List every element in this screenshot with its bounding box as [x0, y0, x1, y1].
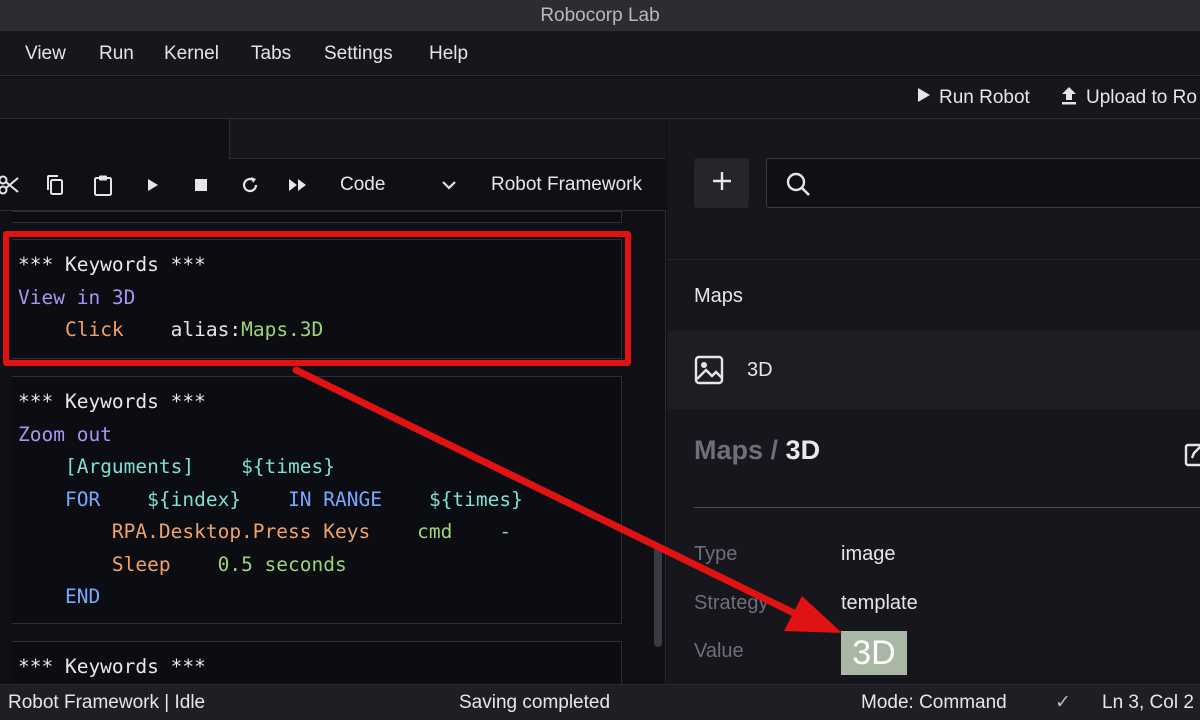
cell-code: *** Keywords ***	[12, 642, 621, 684]
keyword-name: Zoom out	[18, 422, 112, 446]
strategy-value: template	[841, 592, 918, 614]
arguments-setting: [Arguments]	[64, 455, 195, 478]
section-header: *** Keywords ***	[18, 390, 206, 413]
for-keyword: FOR	[64, 487, 101, 511]
upload-button[interactable]: Upload to Ro	[1060, 77, 1197, 119]
code-cell-zoom-out[interactable]: *** Keywords *** Zoom out [Arguments] ${…	[12, 376, 622, 624]
tab-notebook[interactable]	[0, 119, 230, 160]
add-locator-button[interactable]	[694, 158, 749, 208]
copy-icon[interactable]	[42, 171, 68, 199]
breadcrumb-parent: Maps	[694, 435, 764, 465]
locator-detail: Maps / 3D Type image Strategy template V…	[667, 409, 1200, 684]
menu-bar: View Run Kernel Tabs Settings Help	[0, 32, 1200, 76]
end-keyword: END	[64, 585, 101, 608]
scrollbar[interactable]	[654, 547, 662, 647]
notebook-toolbar: Code Robot Framework	[0, 159, 666, 211]
locator-group-maps[interactable]: Maps	[667, 259, 1200, 331]
edit-icon[interactable]	[1184, 441, 1200, 472]
highlight-box	[3, 231, 631, 366]
chevron-down-icon[interactable]	[436, 171, 462, 199]
group-label: Maps	[694, 285, 743, 307]
breadcrumb: Maps / 3D	[694, 435, 820, 466]
play-icon	[917, 87, 931, 109]
status-bar: Robot Framework | Idle Saving completed …	[0, 684, 1200, 720]
cursor-position[interactable]: Ln 3, Col 2	[1102, 685, 1194, 720]
search-input[interactable]	[827, 169, 1187, 199]
search-box[interactable]	[766, 158, 1200, 208]
image-icon	[694, 355, 724, 390]
locator-item-3d[interactable]: 3D	[667, 331, 1200, 409]
menu-view[interactable]: View	[25, 32, 66, 76]
argument-var: ${times}	[241, 455, 335, 478]
type-value: image	[841, 543, 896, 565]
loop-var: ${index}	[147, 487, 242, 511]
kernel-status: Robot Framework | Idle	[8, 692, 206, 713]
section-header: *** Keywords ***	[18, 655, 206, 678]
upload-icon	[1060, 85, 1078, 111]
stop-icon[interactable]	[188, 171, 214, 199]
value-image: 3D	[841, 631, 907, 675]
locator-pane: Maps 3D Maps / 3D Type image Strategy te…	[667, 119, 1200, 684]
window-title: Robocorp Lab	[540, 5, 660, 26]
breadcrumb-separator: /	[763, 435, 786, 465]
scissors-icon[interactable]	[0, 171, 22, 199]
kernel-name[interactable]: Robot Framework	[491, 159, 642, 211]
mode-status[interactable]: Mode: Command	[861, 685, 1007, 720]
search-icon	[785, 171, 811, 202]
restart-icon[interactable]	[237, 171, 263, 199]
tab-strip	[0, 119, 666, 160]
title-bar: Robocorp Lab	[0, 0, 1200, 32]
key-arg: -	[499, 520, 512, 543]
upload-label: Upload to Ro	[1086, 87, 1197, 108]
keyword-call: Sleep	[111, 552, 171, 576]
check-icon: ✓	[1055, 692, 1071, 713]
cell-code: *** Keywords *** Zoom out [Arguments] ${…	[12, 377, 621, 614]
run-robot-label: Run Robot	[939, 87, 1030, 108]
save-status: Saving completed	[459, 692, 611, 713]
sleep-arg: 0.5 seconds	[217, 552, 347, 576]
menu-tabs[interactable]: Tabs	[251, 32, 291, 76]
type-key: Type	[694, 543, 738, 565]
item-label: 3D	[747, 359, 773, 381]
notebook-pane: Code Robot Framework *** Keywords *** Vi…	[0, 119, 666, 701]
code-cell-partial[interactable]	[12, 211, 622, 223]
in-range-keyword: IN RANGE	[288, 487, 382, 511]
fast-forward-icon[interactable]	[285, 171, 311, 199]
menu-settings[interactable]: Settings	[324, 32, 393, 76]
run-robot-button[interactable]: Run Robot	[917, 77, 1030, 119]
menu-help[interactable]: Help	[429, 32, 468, 76]
cell-type-select[interactable]: Code	[340, 159, 385, 211]
breadcrumb-current: 3D	[785, 435, 821, 465]
key-arg: cmd	[417, 520, 453, 543]
strategy-key: Strategy	[694, 592, 769, 614]
menu-kernel[interactable]: Kernel	[164, 32, 219, 76]
robot-toolbar: Run Robot Upload to Ro	[0, 77, 1200, 119]
keyword-call: RPA.Desktop.Press Keys	[111, 520, 371, 543]
menu-run[interactable]: Run	[99, 32, 134, 76]
value-key: Value	[694, 640, 744, 662]
clipboard-icon[interactable]	[90, 171, 116, 199]
range-var: ${times}	[428, 487, 523, 511]
plus-icon	[711, 170, 733, 197]
divider	[694, 507, 1200, 508]
play-icon[interactable]	[140, 171, 166, 199]
